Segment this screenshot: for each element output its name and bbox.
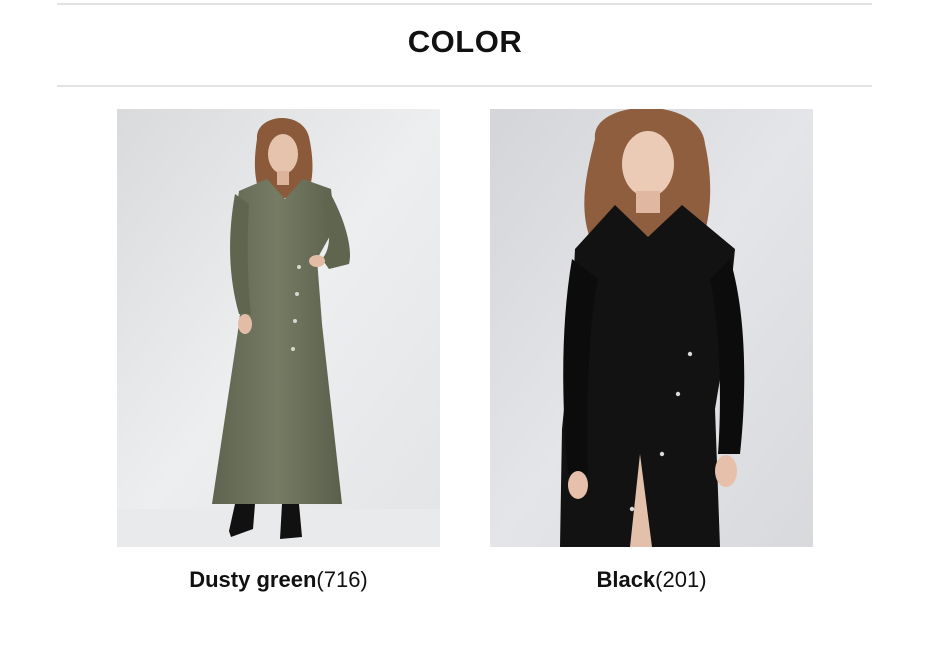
color-option-dusty-green[interactable]: Dusty green(716) bbox=[117, 109, 440, 595]
color-name: Black bbox=[596, 567, 656, 592]
bottom-divider bbox=[57, 85, 872, 87]
color-option-black[interactable]: Black(201) bbox=[490, 109, 813, 595]
section-title: COLOR bbox=[407, 24, 523, 59]
color-caption-black: Black(201) bbox=[490, 565, 813, 595]
color-name: Dusty green bbox=[189, 567, 317, 592]
review-count: (716) bbox=[316, 567, 368, 592]
product-photo-black[interactable] bbox=[490, 109, 813, 547]
color-caption-dusty-green: Dusty green(716) bbox=[117, 565, 440, 595]
top-divider bbox=[57, 3, 872, 5]
color-section: COLOR Dusty green(716) Black(201) bbox=[0, 0, 930, 645]
review-count: (201) bbox=[655, 567, 707, 592]
product-photo-dusty-green[interactable] bbox=[117, 109, 440, 547]
